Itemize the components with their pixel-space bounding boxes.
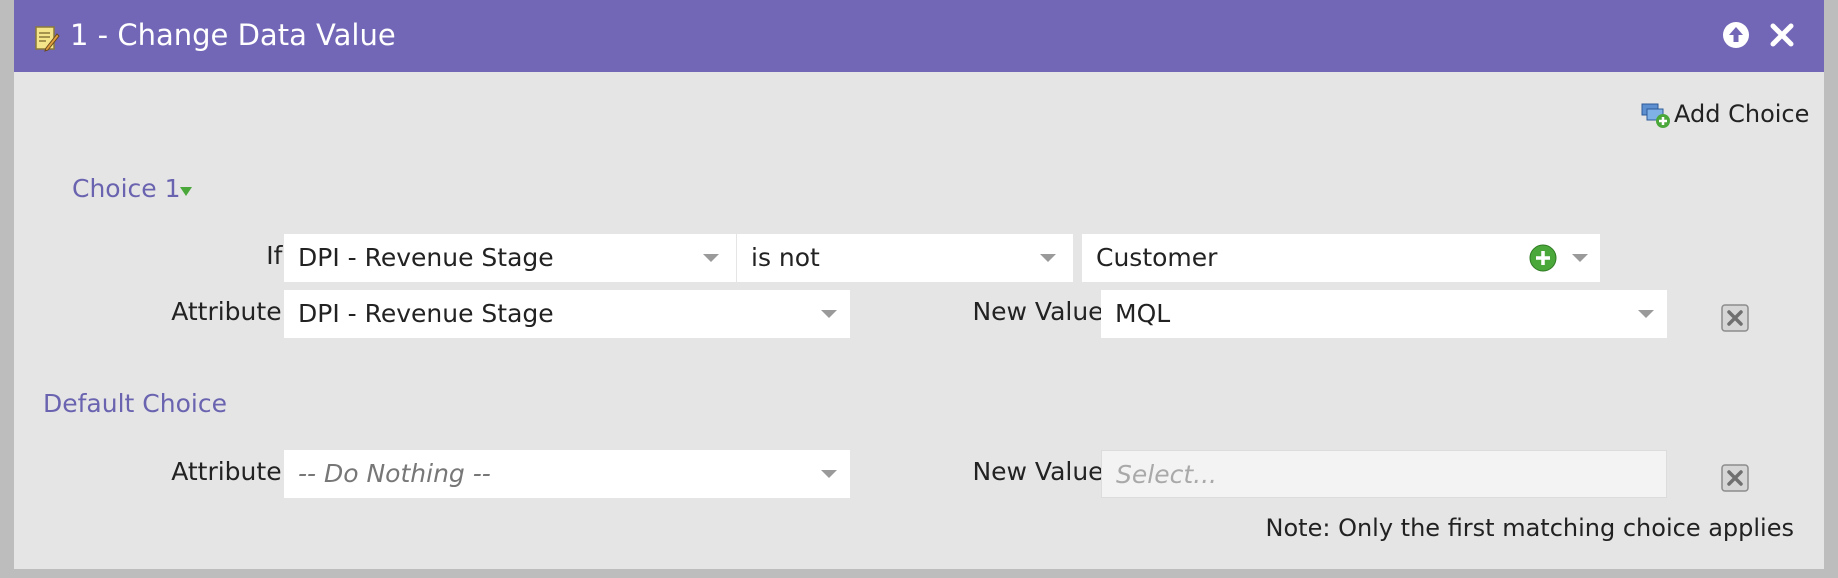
chevron-down-icon (703, 254, 719, 262)
edit-document-icon (35, 26, 60, 52)
chevron-down-icon (1572, 254, 1588, 262)
default-new-value-placeholder: Select... (1116, 460, 1217, 489)
operator-select[interactable]: is not (737, 234, 1073, 282)
attribute-value: DPI - Revenue Stage (298, 299, 554, 328)
new-value-select[interactable]: MQL (1101, 290, 1667, 338)
delete-choice-icon[interactable] (1721, 304, 1749, 332)
chevron-down-icon (821, 470, 837, 478)
default-attribute-value: -- Do Nothing -- (298, 459, 491, 488)
if-label: If: (266, 241, 290, 270)
default-new-value-label: New Value: (972, 457, 1112, 486)
default-attribute-label: Attribute: (171, 457, 290, 486)
add-choice-label: Add Choice (1674, 100, 1810, 128)
close-icon[interactable] (1767, 20, 1797, 50)
chevron-down-icon (1638, 310, 1654, 318)
condition-field-select[interactable]: DPI - Revenue Stage (284, 234, 736, 282)
chevron-down-icon (1040, 254, 1056, 262)
condition-value: Customer (1096, 243, 1218, 272)
default-attribute-select[interactable]: -- Do Nothing -- (284, 450, 850, 498)
dialog-title: 1 - Change Data Value (70, 18, 396, 52)
add-choice-button[interactable]: Add Choice (1641, 96, 1809, 132)
new-value: MQL (1115, 299, 1171, 328)
note-text: Note: Only the first matching choice app… (1265, 514, 1794, 542)
new-value-label: New Value: (972, 297, 1112, 326)
chevron-down-icon (821, 310, 837, 318)
dialog-header: 1 - Change Data Value (14, 0, 1824, 72)
default-new-value-select[interactable]: Select... (1101, 450, 1667, 498)
condition-value-select[interactable]: Customer (1082, 234, 1600, 282)
delete-default-choice-icon[interactable] (1721, 464, 1749, 492)
condition-field-value: DPI - Revenue Stage (298, 243, 554, 272)
default-choice-title: Default Choice (43, 389, 227, 418)
add-value-icon[interactable] (1528, 243, 1558, 273)
dialog-panel: 1 - Change Data Value Add Choice Choice … (14, 0, 1824, 569)
chevron-down-icon[interactable] (178, 183, 194, 199)
attribute-label: Attribute: (171, 297, 290, 326)
collapse-up-icon[interactable] (1721, 20, 1751, 50)
attribute-select[interactable]: DPI - Revenue Stage (284, 290, 850, 338)
operator-value: is not (751, 243, 820, 272)
add-choice-icon (1641, 103, 1670, 128)
choice-1-title[interactable]: Choice 1 (72, 173, 181, 205)
